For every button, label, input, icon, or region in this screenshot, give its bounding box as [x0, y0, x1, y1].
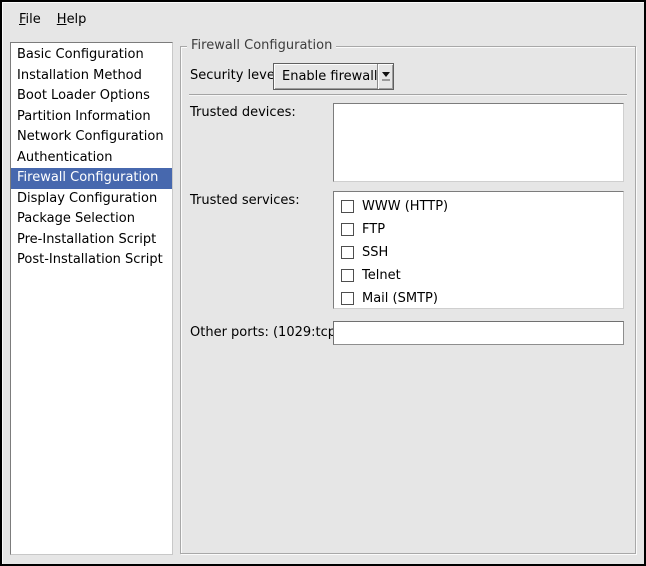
horizontal-separator [189, 94, 627, 96]
service-option-label: WWW (HTTP) [362, 199, 448, 214]
sidebar-item-post-installation-script[interactable]: Post-Installation Script [11, 250, 172, 271]
kickstart-configurator-window: File Help Basic Configuration Installati… [0, 0, 646, 566]
sidebar-item-network-configuration[interactable]: Network Configuration [11, 127, 172, 148]
service-option-mail-smtp[interactable]: Mail (SMTP) [334, 287, 623, 309]
sidebar-item-display-configuration[interactable]: Display Configuration [11, 189, 172, 210]
service-option-label: FTP [362, 222, 385, 237]
security-level-dropdown[interactable]: Enable firewall [273, 63, 394, 90]
service-option-label: SSH [362, 245, 388, 260]
trusted-devices-list[interactable] [333, 103, 624, 182]
security-level-value: Enable firewall [274, 64, 377, 89]
sidebar-item-boot-loader-options[interactable]: Boot Loader Options [11, 86, 172, 107]
checkbox-icon[interactable] [341, 246, 354, 259]
sidebar-item-partition-information[interactable]: Partition Information [11, 107, 172, 128]
checkbox-icon[interactable] [341, 223, 354, 236]
menu-file[interactable]: File [11, 8, 49, 31]
menu-help[interactable]: Help [49, 8, 95, 31]
checkbox-icon[interactable] [341, 292, 354, 305]
service-option-label: Mail (SMTP) [362, 291, 438, 306]
other-ports-input[interactable] [333, 321, 624, 345]
sidebar-item-installation-method[interactable]: Installation Method [11, 66, 172, 87]
menu-file-label: File [19, 12, 41, 27]
other-ports-label: Other ports: (1029:tcp) [190, 325, 341, 340]
menu-help-label: Help [57, 12, 87, 27]
sidebar-item-authentication[interactable]: Authentication [11, 148, 172, 169]
service-option-ssh[interactable]: SSH [334, 241, 623, 264]
trusted-devices-label: Trusted devices: [190, 105, 296, 120]
service-option-label: Telnet [362, 268, 401, 283]
service-option-www-http[interactable]: WWW (HTTP) [334, 195, 623, 218]
checkbox-icon[interactable] [341, 200, 354, 213]
menu-bar: File Help [3, 3, 643, 35]
firewall-configuration-frame: Firewall Configuration Security level: E… [180, 46, 636, 554]
chevron-down-icon [377, 64, 393, 89]
frame-title: Firewall Configuration [187, 38, 336, 53]
trusted-services-label: Trusted services: [190, 193, 300, 208]
section-list: Basic Configuration Installation Method … [10, 42, 173, 555]
sidebar-item-pre-installation-script[interactable]: Pre-Installation Script [11, 230, 172, 251]
service-option-telnet[interactable]: Telnet [334, 264, 623, 287]
sidebar-item-firewall-configuration[interactable]: Firewall Configuration [11, 168, 172, 189]
checkbox-icon[interactable] [341, 269, 354, 282]
service-option-ftp[interactable]: FTP [334, 218, 623, 241]
sidebar-item-package-selection[interactable]: Package Selection [11, 209, 172, 230]
trusted-services-list: WWW (HTTP) FTP SSH Telnet Mail (SMTP) [333, 191, 624, 309]
security-level-label: Security level: [190, 68, 283, 83]
sidebar-item-basic-configuration[interactable]: Basic Configuration [11, 45, 172, 66]
